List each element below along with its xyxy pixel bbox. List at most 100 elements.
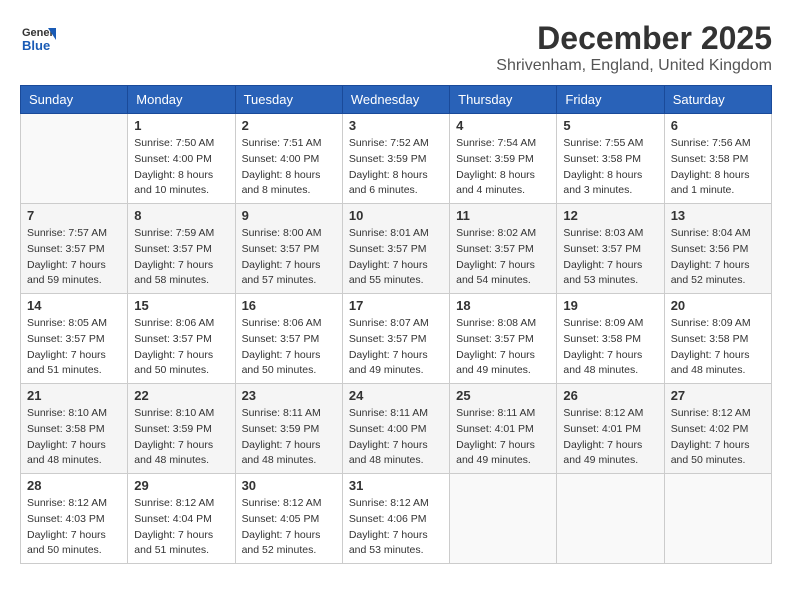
day-info: Sunrise: 8:10 AMSunset: 3:58 PMDaylight:…: [27, 406, 121, 469]
col-header-tuesday: Tuesday: [235, 86, 342, 114]
calendar-cell: [664, 474, 771, 564]
day-number: 25: [456, 388, 550, 403]
calendar-cell: 23 Sunrise: 8:11 AMSunset: 3:59 PMDayligh…: [235, 384, 342, 474]
day-info: Sunrise: 8:06 AMSunset: 3:57 PMDaylight:…: [242, 316, 336, 379]
day-info: Sunrise: 8:09 AMSunset: 3:58 PMDaylight:…: [671, 316, 765, 379]
calendar-cell: 10Sunrise: 8:01 AMSunset: 3:57 PMDayligh…: [342, 204, 449, 294]
day-info: Sunrise: 7:54 AMSunset: 3:59 PMDaylight:…: [456, 136, 550, 199]
col-header-sunday: Sunday: [21, 86, 128, 114]
day-number: 11: [456, 208, 550, 223]
calendar-cell: 12 Sunrise: 8:03 AMSunset: 3:57 PMDayligh…: [557, 204, 664, 294]
logo: General Blue: [20, 20, 60, 56]
day-number: 15: [134, 298, 228, 313]
day-info: Sunrise: 8:12 AMSunset: 4:04 PMDaylight:…: [134, 496, 228, 559]
day-info: Sunrise: 8:06 AMSunset: 3:57 PMDaylight:…: [134, 316, 228, 379]
day-info: Sunrise: 8:03 AMSunset: 3:57 PMDaylight:…: [563, 226, 657, 289]
calendar-cell: [21, 114, 128, 204]
calendar-cell: 4 Sunrise: 7:54 AMSunset: 3:59 PMDaylight…: [450, 114, 557, 204]
calendar-cell: 3Sunrise: 7:52 AMSunset: 3:59 PMDaylight…: [342, 114, 449, 204]
calendar-cell: 16 Sunrise: 8:06 AMSunset: 3:57 PMDayligh…: [235, 294, 342, 384]
day-info: Sunrise: 7:50 AMSunset: 4:00 PMDaylight:…: [134, 136, 228, 199]
day-number: 22: [134, 388, 228, 403]
day-number: 9: [242, 208, 336, 223]
page-header: General Blue December 2025 Shrivenham, E…: [20, 20, 772, 75]
day-info: Sunrise: 8:12 AMSunset: 4:03 PMDaylight:…: [27, 496, 121, 559]
day-info: Sunrise: 8:11 AMSunset: 3:59 PMDaylight:…: [242, 406, 336, 469]
calendar-cell: 21 Sunrise: 8:10 AMSunset: 3:58 PMDayligh…: [21, 384, 128, 474]
day-number: 20: [671, 298, 765, 313]
day-number: 3: [349, 118, 443, 133]
day-number: 1: [134, 118, 228, 133]
day-info: Sunrise: 8:11 AMSunset: 4:00 PMDaylight:…: [349, 406, 443, 469]
day-number: 13: [671, 208, 765, 223]
day-number: 26: [563, 388, 657, 403]
day-info: Sunrise: 8:08 AMSunset: 3:57 PMDaylight:…: [456, 316, 550, 379]
calendar-cell: 30 Sunrise: 8:12 AMSunset: 4:05 PMDayligh…: [235, 474, 342, 564]
calendar-cell: 19 Sunrise: 8:09 AMSunset: 3:58 PMDayligh…: [557, 294, 664, 384]
calendar-cell: [557, 474, 664, 564]
day-number: 30: [242, 478, 336, 493]
day-info: Sunrise: 7:56 AMSunset: 3:58 PMDaylight:…: [671, 136, 765, 199]
calendar-cell: 7 Sunrise: 7:57 AMSunset: 3:57 PMDaylight…: [21, 204, 128, 294]
day-number: 24: [349, 388, 443, 403]
calendar-cell: 8 Sunrise: 7:59 AMSunset: 3:57 PMDaylight…: [128, 204, 235, 294]
calendar-cell: 29 Sunrise: 8:12 AMSunset: 4:04 PMDayligh…: [128, 474, 235, 564]
day-info: Sunrise: 7:59 AMSunset: 3:57 PMDaylight:…: [134, 226, 228, 289]
day-number: 12: [563, 208, 657, 223]
day-number: 19: [563, 298, 657, 313]
day-info: Sunrise: 8:12 AMSunset: 4:05 PMDaylight:…: [242, 496, 336, 559]
col-header-thursday: Thursday: [450, 86, 557, 114]
day-number: 16: [242, 298, 336, 313]
day-info: Sunrise: 8:07 AMSunset: 3:57 PMDaylight:…: [349, 316, 443, 379]
day-number: 4: [456, 118, 550, 133]
day-number: 5: [563, 118, 657, 133]
title-block: December 2025 Shrivenham, England, Unite…: [496, 20, 772, 75]
day-number: 8: [134, 208, 228, 223]
svg-text:Blue: Blue: [22, 38, 50, 53]
day-info: Sunrise: 8:12 AMSunset: 4:02 PMDaylight:…: [671, 406, 765, 469]
day-number: 27: [671, 388, 765, 403]
calendar-cell: 2 Sunrise: 7:51 AMSunset: 4:00 PMDaylight…: [235, 114, 342, 204]
calendar-cell: 24 Sunrise: 8:11 AMSunset: 4:00 PMDayligh…: [342, 384, 449, 474]
day-info: Sunrise: 8:12 AMSunset: 4:01 PMDaylight:…: [563, 406, 657, 469]
calendar-cell: 18 Sunrise: 8:08 AMSunset: 3:57 PMDayligh…: [450, 294, 557, 384]
day-info: Sunrise: 8:09 AMSunset: 3:58 PMDaylight:…: [563, 316, 657, 379]
day-info: Sunrise: 7:55 AMSunset: 3:58 PMDaylight:…: [563, 136, 657, 199]
day-info: Sunrise: 8:00 AMSunset: 3:57 PMDaylight:…: [242, 226, 336, 289]
col-header-saturday: Saturday: [664, 86, 771, 114]
calendar-cell: 27 Sunrise: 8:12 AMSunset: 4:02 PMDayligh…: [664, 384, 771, 474]
calendar-cell: 31 Sunrise: 8:12 AMSunset: 4:06 PMDayligh…: [342, 474, 449, 564]
day-number: 18: [456, 298, 550, 313]
calendar-cell: [450, 474, 557, 564]
day-number: 29: [134, 478, 228, 493]
location: Shrivenham, England, United Kingdom: [496, 57, 772, 75]
day-number: 28: [27, 478, 121, 493]
col-header-wednesday: Wednesday: [342, 86, 449, 114]
day-number: 17: [349, 298, 443, 313]
calendar-cell: 17 Sunrise: 8:07 AMSunset: 3:57 PMDayligh…: [342, 294, 449, 384]
calendar-cell: 20 Sunrise: 8:09 AMSunset: 3:58 PMDayligh…: [664, 294, 771, 384]
calendar-table: SundayMondayTuesdayWednesdayThursdayFrid…: [20, 85, 772, 564]
day-number: 10: [349, 208, 443, 223]
day-info: Sunrise: 8:12 AMSunset: 4:06 PMDaylight:…: [349, 496, 443, 559]
col-header-monday: Monday: [128, 86, 235, 114]
month-title: December 2025: [496, 20, 772, 57]
day-info: Sunrise: 7:51 AMSunset: 4:00 PMDaylight:…: [242, 136, 336, 199]
calendar-cell: 15 Sunrise: 8:06 AMSunset: 3:57 PMDayligh…: [128, 294, 235, 384]
day-number: 31: [349, 478, 443, 493]
day-info: Sunrise: 8:10 AMSunset: 3:59 PMDaylight:…: [134, 406, 228, 469]
calendar-cell: 1 Sunrise: 7:50 AMSunset: 4:00 PMDaylight…: [128, 114, 235, 204]
day-number: 21: [27, 388, 121, 403]
calendar-cell: 25 Sunrise: 8:11 AMSunset: 4:01 PMDayligh…: [450, 384, 557, 474]
day-number: 7: [27, 208, 121, 223]
day-number: 2: [242, 118, 336, 133]
day-info: Sunrise: 7:57 AMSunset: 3:57 PMDaylight:…: [27, 226, 121, 289]
day-number: 23: [242, 388, 336, 403]
calendar-cell: 22 Sunrise: 8:10 AMSunset: 3:59 PMDayligh…: [128, 384, 235, 474]
calendar-cell: 6Sunrise: 7:56 AMSunset: 3:58 PMDaylight…: [664, 114, 771, 204]
day-info: Sunrise: 8:02 AMSunset: 3:57 PMDaylight:…: [456, 226, 550, 289]
calendar-cell: 11 Sunrise: 8:02 AMSunset: 3:57 PMDayligh…: [450, 204, 557, 294]
calendar-cell: 14Sunrise: 8:05 AMSunset: 3:57 PMDayligh…: [21, 294, 128, 384]
calendar-cell: 13Sunrise: 8:04 AMSunset: 3:56 PMDayligh…: [664, 204, 771, 294]
day-info: Sunrise: 8:11 AMSunset: 4:01 PMDaylight:…: [456, 406, 550, 469]
